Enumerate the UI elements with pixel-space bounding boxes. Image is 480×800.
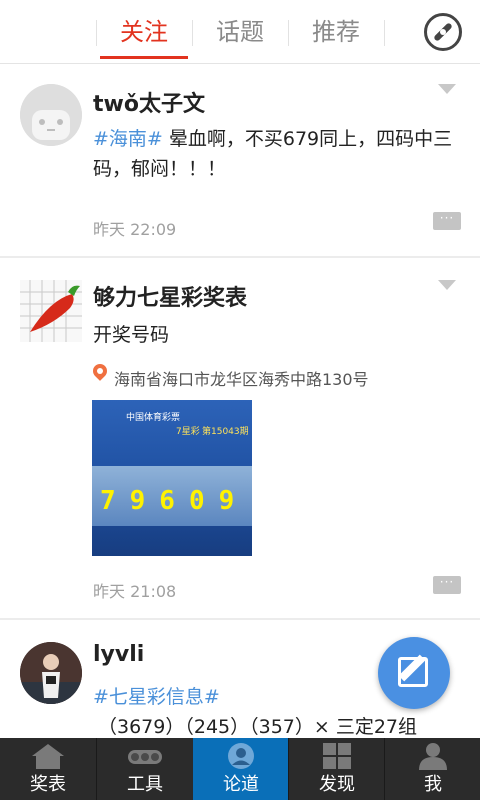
user-photo-avatar-icon <box>20 642 82 704</box>
image-header-text: 中国体育彩票 <box>126 413 181 423</box>
bottom-navigation: 奖表 工具 论道 发现 我 <box>0 738 480 800</box>
post-time: 昨天 21:08 <box>93 582 177 601</box>
tab-topics[interactable]: 话题 <box>196 14 284 54</box>
more-options-icon[interactable]: ··· <box>433 212 461 230</box>
avatar[interactable] <box>20 280 82 342</box>
tab-divider <box>192 20 193 46</box>
discover-icon <box>323 743 351 769</box>
nav-item-me[interactable]: 我 <box>385 738 480 800</box>
username[interactable]: lyvli <box>93 642 144 667</box>
chili-grid-avatar-icon <box>20 280 82 342</box>
nav-label: 我 <box>424 774 442 795</box>
post-menu-arrow-icon[interactable] <box>438 280 456 290</box>
nav-label: 论道 <box>223 774 259 795</box>
compose-post-button[interactable] <box>378 637 450 709</box>
nav-label: 奖表 <box>30 774 66 795</box>
default-avatar-icon <box>20 84 82 146</box>
post-item[interactable]: twǒ太子文 #海南# 晕血啊，不买679同上，四码中三码，郁闷！！！ 昨天 2… <box>0 64 480 256</box>
nav-item-results[interactable]: 奖表 <box>0 738 96 800</box>
post-time: 昨天 22:09 <box>93 220 177 239</box>
username[interactable]: twǒ太子文 <box>93 86 205 118</box>
tab-divider <box>384 20 385 46</box>
image-game-text: 7星彩 <box>176 427 200 437</box>
compass-center <box>440 29 446 35</box>
more-options-icon[interactable]: ··· <box>433 576 461 594</box>
image-issue-text: 第15043期 <box>202 427 249 437</box>
nav-label: 发现 <box>319 774 355 795</box>
tab-following[interactable]: 关注 <box>100 14 188 54</box>
hashtag-link[interactable]: #海南# <box>93 128 163 150</box>
house-icon <box>32 744 64 769</box>
tools-icon <box>128 750 162 764</box>
nav-item-discuss[interactable]: 论道 <box>193 738 289 800</box>
post-text: 开奖号码 <box>93 324 170 346</box>
post-location[interactable]: 海南省海口市龙华区海秀中路130号 <box>114 366 369 390</box>
nav-item-discover[interactable]: 发现 <box>289 738 385 800</box>
tab-divider <box>96 20 97 46</box>
username[interactable]: 够力七星彩奖表 <box>93 280 247 312</box>
nav-label: 工具 <box>127 774 163 795</box>
post-menu-arrow-icon[interactable] <box>438 84 456 94</box>
active-tab-indicator <box>100 56 188 59</box>
top-tab-bar: 关注 话题 推荐 <box>0 0 480 64</box>
hashtag-link[interactable]: #七星彩信息# <box>93 686 220 708</box>
nav-item-tools[interactable]: 工具 <box>97 738 193 800</box>
discuss-icon <box>228 743 254 769</box>
tab-recommended[interactable]: 推荐 <box>292 14 380 54</box>
compass-icon[interactable] <box>424 13 462 51</box>
lottery-draw-image[interactable]: 中国体育彩票 7星彩 第15043期 79609 <box>92 400 252 556</box>
avatar[interactable] <box>20 642 82 704</box>
avatar[interactable] <box>20 84 82 146</box>
post-content: #海南# 晕血啊，不买679同上，四码中三码，郁闷！！！ <box>93 124 463 184</box>
tab-divider <box>288 20 289 46</box>
winning-numbers: 79609 <box>100 486 249 516</box>
user-icon <box>419 743 447 770</box>
